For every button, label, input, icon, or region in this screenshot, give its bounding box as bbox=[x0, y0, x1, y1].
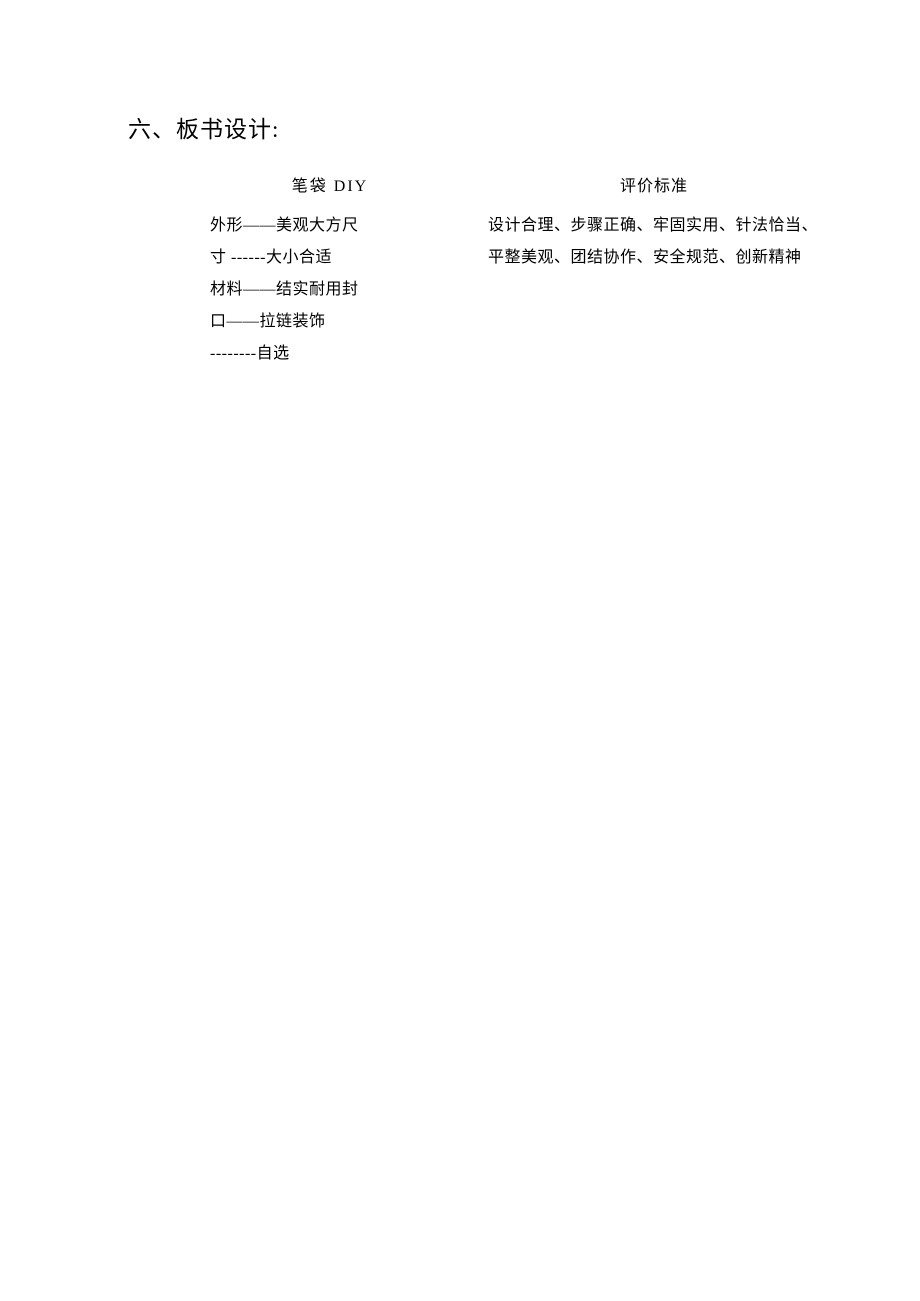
left-line: 外形——美观大方尺 bbox=[210, 210, 450, 242]
left-line: 材料——结实耐用封 bbox=[210, 274, 450, 306]
right-column: 评价标准 设计合理、步骤正确、牢固实用、针法恰当、 平整美观、团结协作、安全规范… bbox=[488, 172, 820, 370]
right-column-body: 设计合理、步骤正确、牢固实用、针法恰当、 平整美观、团结协作、安全规范、创新精神 bbox=[488, 210, 820, 274]
section-heading: 六、板书设计: bbox=[128, 110, 820, 144]
left-column-body: 外形——美观大方尺 寸 ------大小合适 材料——结实耐用封 口——拉链装饰… bbox=[210, 210, 450, 370]
left-line: 寸 ------大小合适 bbox=[210, 242, 450, 274]
left-line: 口——拉链装饰 bbox=[210, 306, 450, 338]
right-column-title: 评价标准 bbox=[488, 172, 820, 196]
left-column: 笔袋 DIY 外形——美观大方尺 寸 ------大小合适 材料——结实耐用封 … bbox=[210, 172, 450, 370]
left-column-title: 笔袋 DIY bbox=[210, 172, 450, 196]
left-line: --------自选 bbox=[210, 338, 450, 370]
right-line: 平整美观、团结协作、安全规范、创新精神 bbox=[488, 242, 820, 274]
right-line: 设计合理、步骤正确、牢固实用、针法恰当、 bbox=[488, 210, 820, 242]
two-column-layout: 笔袋 DIY 外形——美观大方尺 寸 ------大小合适 材料——结实耐用封 … bbox=[128, 172, 820, 370]
